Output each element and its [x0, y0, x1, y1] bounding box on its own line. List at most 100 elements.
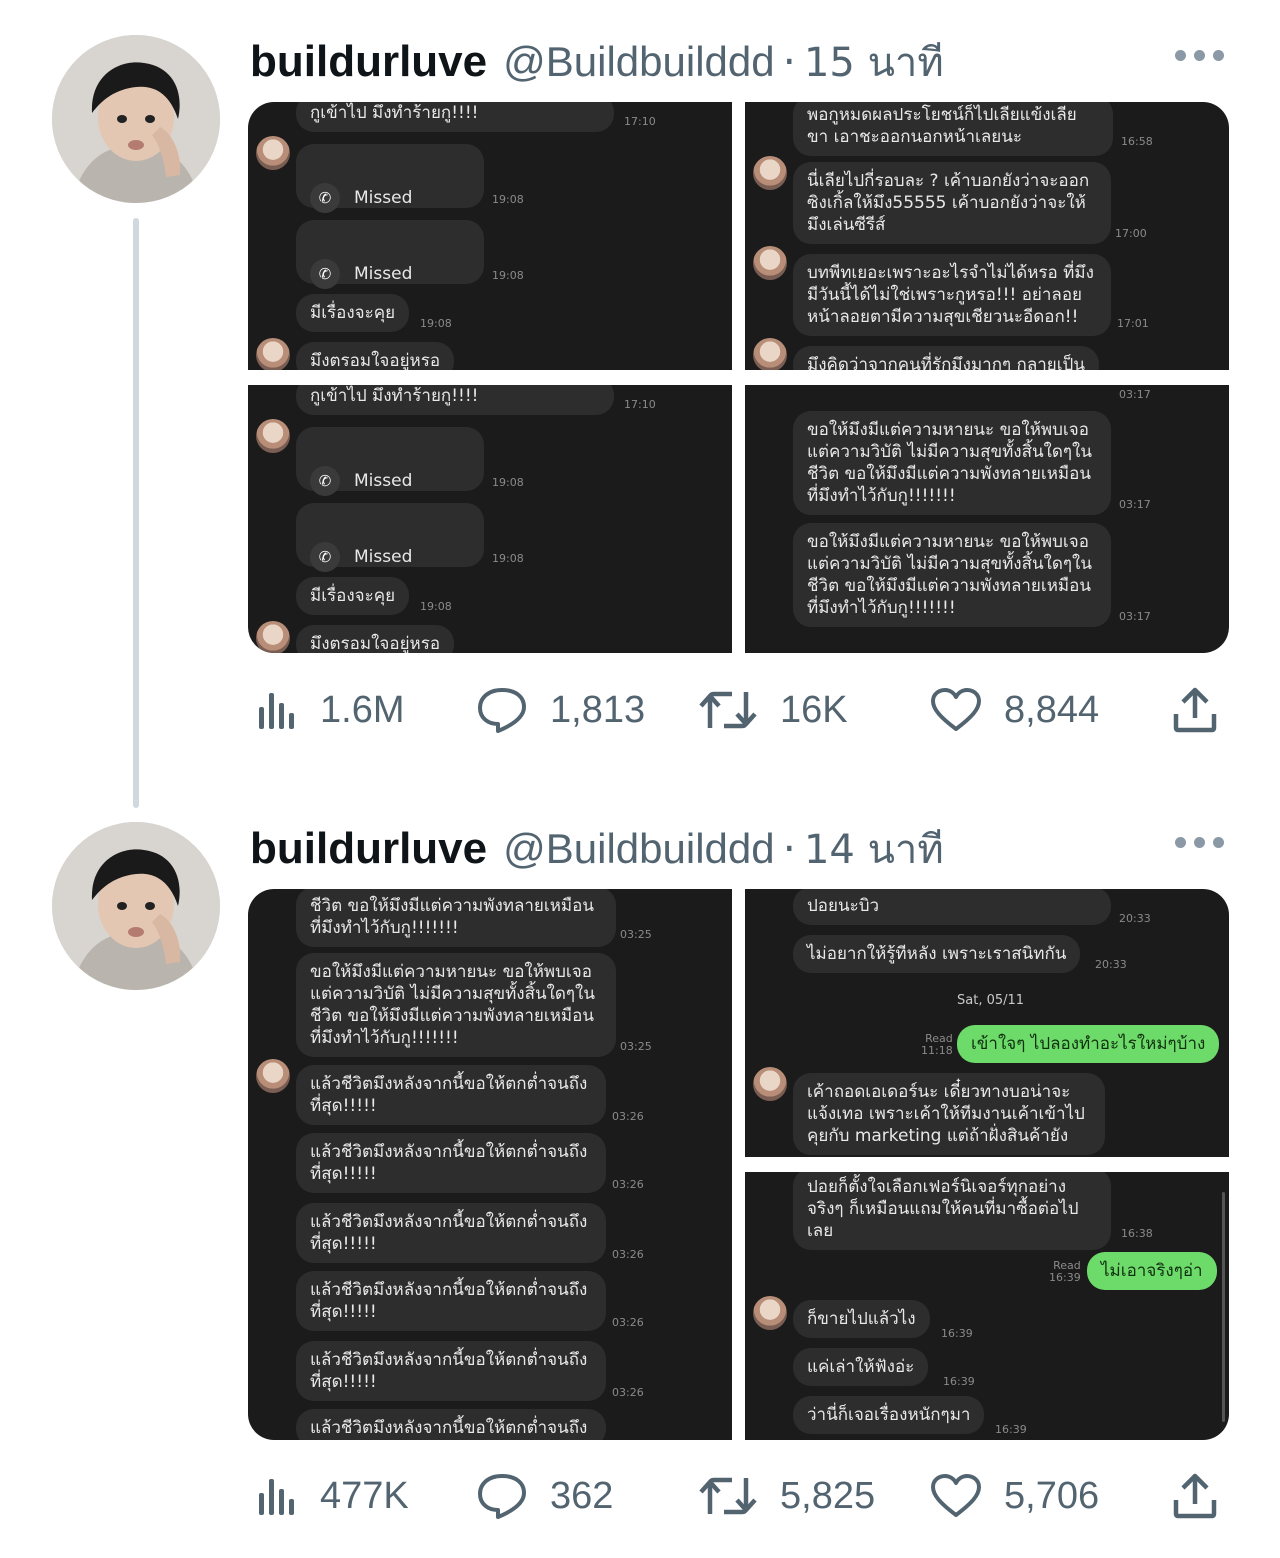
- phone-icon: ✆: [310, 542, 340, 572]
- tweet-time[interactable]: 15 นาที: [804, 30, 944, 94]
- missed-call-bubble: ✆ Missed: [296, 144, 484, 213]
- call-status: Missed: [354, 547, 413, 567]
- tweet-actions: 1.6M 1,813 16K 8,844: [250, 682, 1230, 738]
- user-handle[interactable]: @Buildbuilddd: [503, 825, 774, 873]
- screenshot-panel[interactable]: กูเข้าไป มึงทำร้ายกู!!!! 17:10 ✆ Missed 1…: [248, 385, 732, 653]
- timestamp: 03:17: [1119, 388, 1151, 401]
- chat-bubble: กูเข้าไป มึงทำร้ายกู!!!!: [296, 102, 614, 132]
- like-count: 5,706: [1004, 1474, 1100, 1517]
- read-receipt: Read 11:18: [921, 1032, 953, 1057]
- views-button[interactable]: 477K: [256, 1468, 409, 1524]
- more-options-icon[interactable]: [1175, 50, 1224, 61]
- retweet-icon: [699, 691, 757, 729]
- call-status: Missed: [354, 471, 413, 491]
- chat-bubble: พอกูหมดผลประโยชน์ก็ไปเลียแข้งเลีย ขา เอา…: [793, 102, 1113, 156]
- timestamp: 16:38: [1121, 1227, 1153, 1240]
- timestamp: 17:01: [1117, 317, 1149, 330]
- reply-count: 1,813: [550, 688, 646, 731]
- like-button[interactable]: 8,844: [930, 682, 1099, 738]
- contact-avatar: [256, 338, 290, 370]
- heart-icon: [931, 688, 981, 731]
- phone-icon: ✆: [310, 259, 340, 289]
- timestamp: 20:33: [1119, 912, 1151, 925]
- analytics-icon: [259, 693, 294, 729]
- reply-button[interactable]: 362: [476, 1468, 613, 1524]
- timestamp: 03:26: [612, 1110, 644, 1123]
- tweet-media[interactable]: กูเข้าไป มึงทำร้ายกู!!!! 17:10 ✆ Missed 1…: [248, 102, 1229, 653]
- retweet-button[interactable]: 16K: [698, 682, 848, 738]
- chat-bubble: กูเข้าไป มึงทำร้ายกู!!!!: [296, 385, 614, 415]
- chat-bubble: มึงตรอมใจอยู่หรอ: [296, 342, 455, 370]
- tweet-time[interactable]: 14 นาที: [804, 817, 944, 881]
- screenshot-panel[interactable]: พอกูหมดผลประโยชน์ก็ไปเลียแข้งเลีย ขา เอา…: [745, 102, 1229, 370]
- timestamp: 03:26: [612, 1248, 644, 1261]
- screenshot-panel[interactable]: กูเข้าไป มึงทำร้ายกู!!!! 17:10 ✆ Missed 1…: [248, 102, 732, 370]
- share-button[interactable]: [1172, 682, 1218, 738]
- timestamp: 19:08: [492, 476, 524, 489]
- chat-bubble: แค่เล่าให้ฟังอ่ะ: [793, 1348, 929, 1386]
- scrollbar[interactable]: [1222, 1192, 1225, 1422]
- share-button[interactable]: [1172, 1468, 1218, 1524]
- profile-photo-icon: [52, 822, 220, 990]
- retweet-button[interactable]: 5,825: [698, 1468, 875, 1524]
- reply-button[interactable]: 1,813: [476, 682, 645, 738]
- screenshot-panel[interactable]: ปอยนะบิว 20:33 ไม่อยากให้รู้ทีหลัง เพราะ…: [745, 889, 1229, 1157]
- screenshot-panel[interactable]: ชีวิต ขอให้มึงมีแต่ความพังทลายเหมือน ที่…: [248, 889, 732, 1440]
- timestamp: 03:26: [612, 1178, 644, 1191]
- call-status: Missed: [354, 188, 413, 208]
- profile-photo-icon: [52, 35, 220, 203]
- chat-bubble: ขอให้มึงมีแต่ความหายนะ ขอให้พบเจอ แต่ควา…: [296, 953, 616, 1057]
- timestamp: 17:10: [624, 115, 656, 128]
- display-name[interactable]: buildurluve: [250, 37, 487, 87]
- like-button[interactable]: 5,706: [930, 1468, 1099, 1524]
- views-button[interactable]: 1.6M: [256, 682, 404, 738]
- timestamp: 17:00: [1115, 227, 1147, 240]
- missed-call-bubble: ✆ Missed: [296, 427, 484, 496]
- avatar[interactable]: [52, 822, 220, 990]
- timestamp: 20:33: [1095, 958, 1127, 971]
- heart-icon: [931, 1474, 981, 1517]
- chat-bubble: มึงคิดว่าจากคนที่รักมึงมากๆ กลายเป็น: [793, 346, 1099, 370]
- chat-bubble: ปอยนะบิว: [793, 889, 1111, 925]
- chat-bubble: ก็ขายไปแล้วไง: [793, 1300, 930, 1338]
- chat-bubble: มีเรื่องจะคุย: [296, 577, 410, 615]
- timestamp: 03:25: [620, 1040, 652, 1053]
- chat-bubble: ปอยก็ตั้งใจเลือกเฟอร์นิเจอร์ทุกอย่าง จริ…: [793, 1172, 1111, 1250]
- chat-bubble: มีเรื่องจะคุย: [296, 294, 410, 332]
- timestamp: 16:58: [1121, 135, 1153, 148]
- chat-bubble: แล้วชีวิตมึงหลังจากนี้ขอให้ตกต่ำจนถึง ที…: [296, 1341, 606, 1401]
- more-options-icon[interactable]: [1175, 837, 1224, 848]
- user-handle[interactable]: @Buildbuilddd: [503, 38, 774, 86]
- timestamp: 16:39: [941, 1327, 973, 1340]
- chat-bubble: ขอให้มึงมีแต่ความหายนะ ขอให้พบเจอ แต่ควา…: [793, 411, 1111, 515]
- sent-bubble: เข้าใจๆ ไปลองทำอะไรใหม่ๆบ้าง: [957, 1025, 1220, 1063]
- timestamp: 03:26: [612, 1386, 644, 1399]
- tweet-actions: 477K 362 5,825 5,706: [250, 1468, 1230, 1524]
- display-name[interactable]: buildurluve: [250, 824, 487, 874]
- chat-bubble: มึงตรอมใจอยู่หรอ: [296, 625, 455, 653]
- missed-call-bubble: ✆ Missed: [296, 220, 484, 289]
- date-separator: Sat, 05/11: [957, 993, 1025, 1008]
- avatar[interactable]: [52, 35, 220, 203]
- tweet-header: buildurluve @Buildbuilddd · 15 นาที: [250, 30, 1240, 90]
- views-count: 477K: [320, 1474, 409, 1517]
- like-count: 8,844: [1004, 688, 1100, 731]
- retweet-count: 5,825: [780, 1474, 876, 1517]
- chat-bubble: แล้วชีวิตมึงหลังจากนี้ขอให้ตกต่ำจนถึง ที…: [296, 1203, 606, 1263]
- screenshot-panel[interactable]: ปอยก็ตั้งใจเลือกเฟอร์นิเจอร์ทุกอย่าง จริ…: [745, 1172, 1229, 1440]
- screenshot-panel[interactable]: 03:17 ขอให้มึงมีแต่ความหายนะ ขอให้พบเจอ …: [745, 385, 1229, 653]
- reply-count: 362: [550, 1474, 614, 1517]
- chat-bubble: แล้วชีวิตมึงหลังจากนี้ขอให้ตกต่ำจนถึง ที…: [296, 1065, 606, 1125]
- retweet-count: 16K: [780, 688, 848, 731]
- missed-call-bubble: ✆ Missed: [296, 503, 484, 572]
- views-count: 1.6M: [320, 688, 405, 731]
- tweet-2[interactable]: buildurluve @Buildbuilddd · 14 นาที ชีวิ…: [0, 800, 1280, 1558]
- tweet-1[interactable]: buildurluve @Buildbuilddd · 15 นาที กูเข…: [0, 0, 1280, 808]
- chat-bubble: เค้าถอดเอเดอร์นะ เดี๋ยวทางบอน่าจะ แจ้งเท…: [793, 1073, 1105, 1155]
- contact-avatar: [753, 338, 787, 370]
- retweet-icon: [699, 1477, 757, 1515]
- tweet-media[interactable]: ชีวิต ขอให้มึงมีแต่ความพังทลายเหมือน ที่…: [248, 889, 1229, 1440]
- chat-bubble: ว่านี่ก็เจอเรื่องหนักๆมา: [793, 1396, 985, 1434]
- chat-bubble: นี่เลียไปกี่รอบละ ? เค้าบอกยังว่าจะออก ซ…: [793, 162, 1111, 244]
- timestamp: 03:17: [1119, 498, 1151, 511]
